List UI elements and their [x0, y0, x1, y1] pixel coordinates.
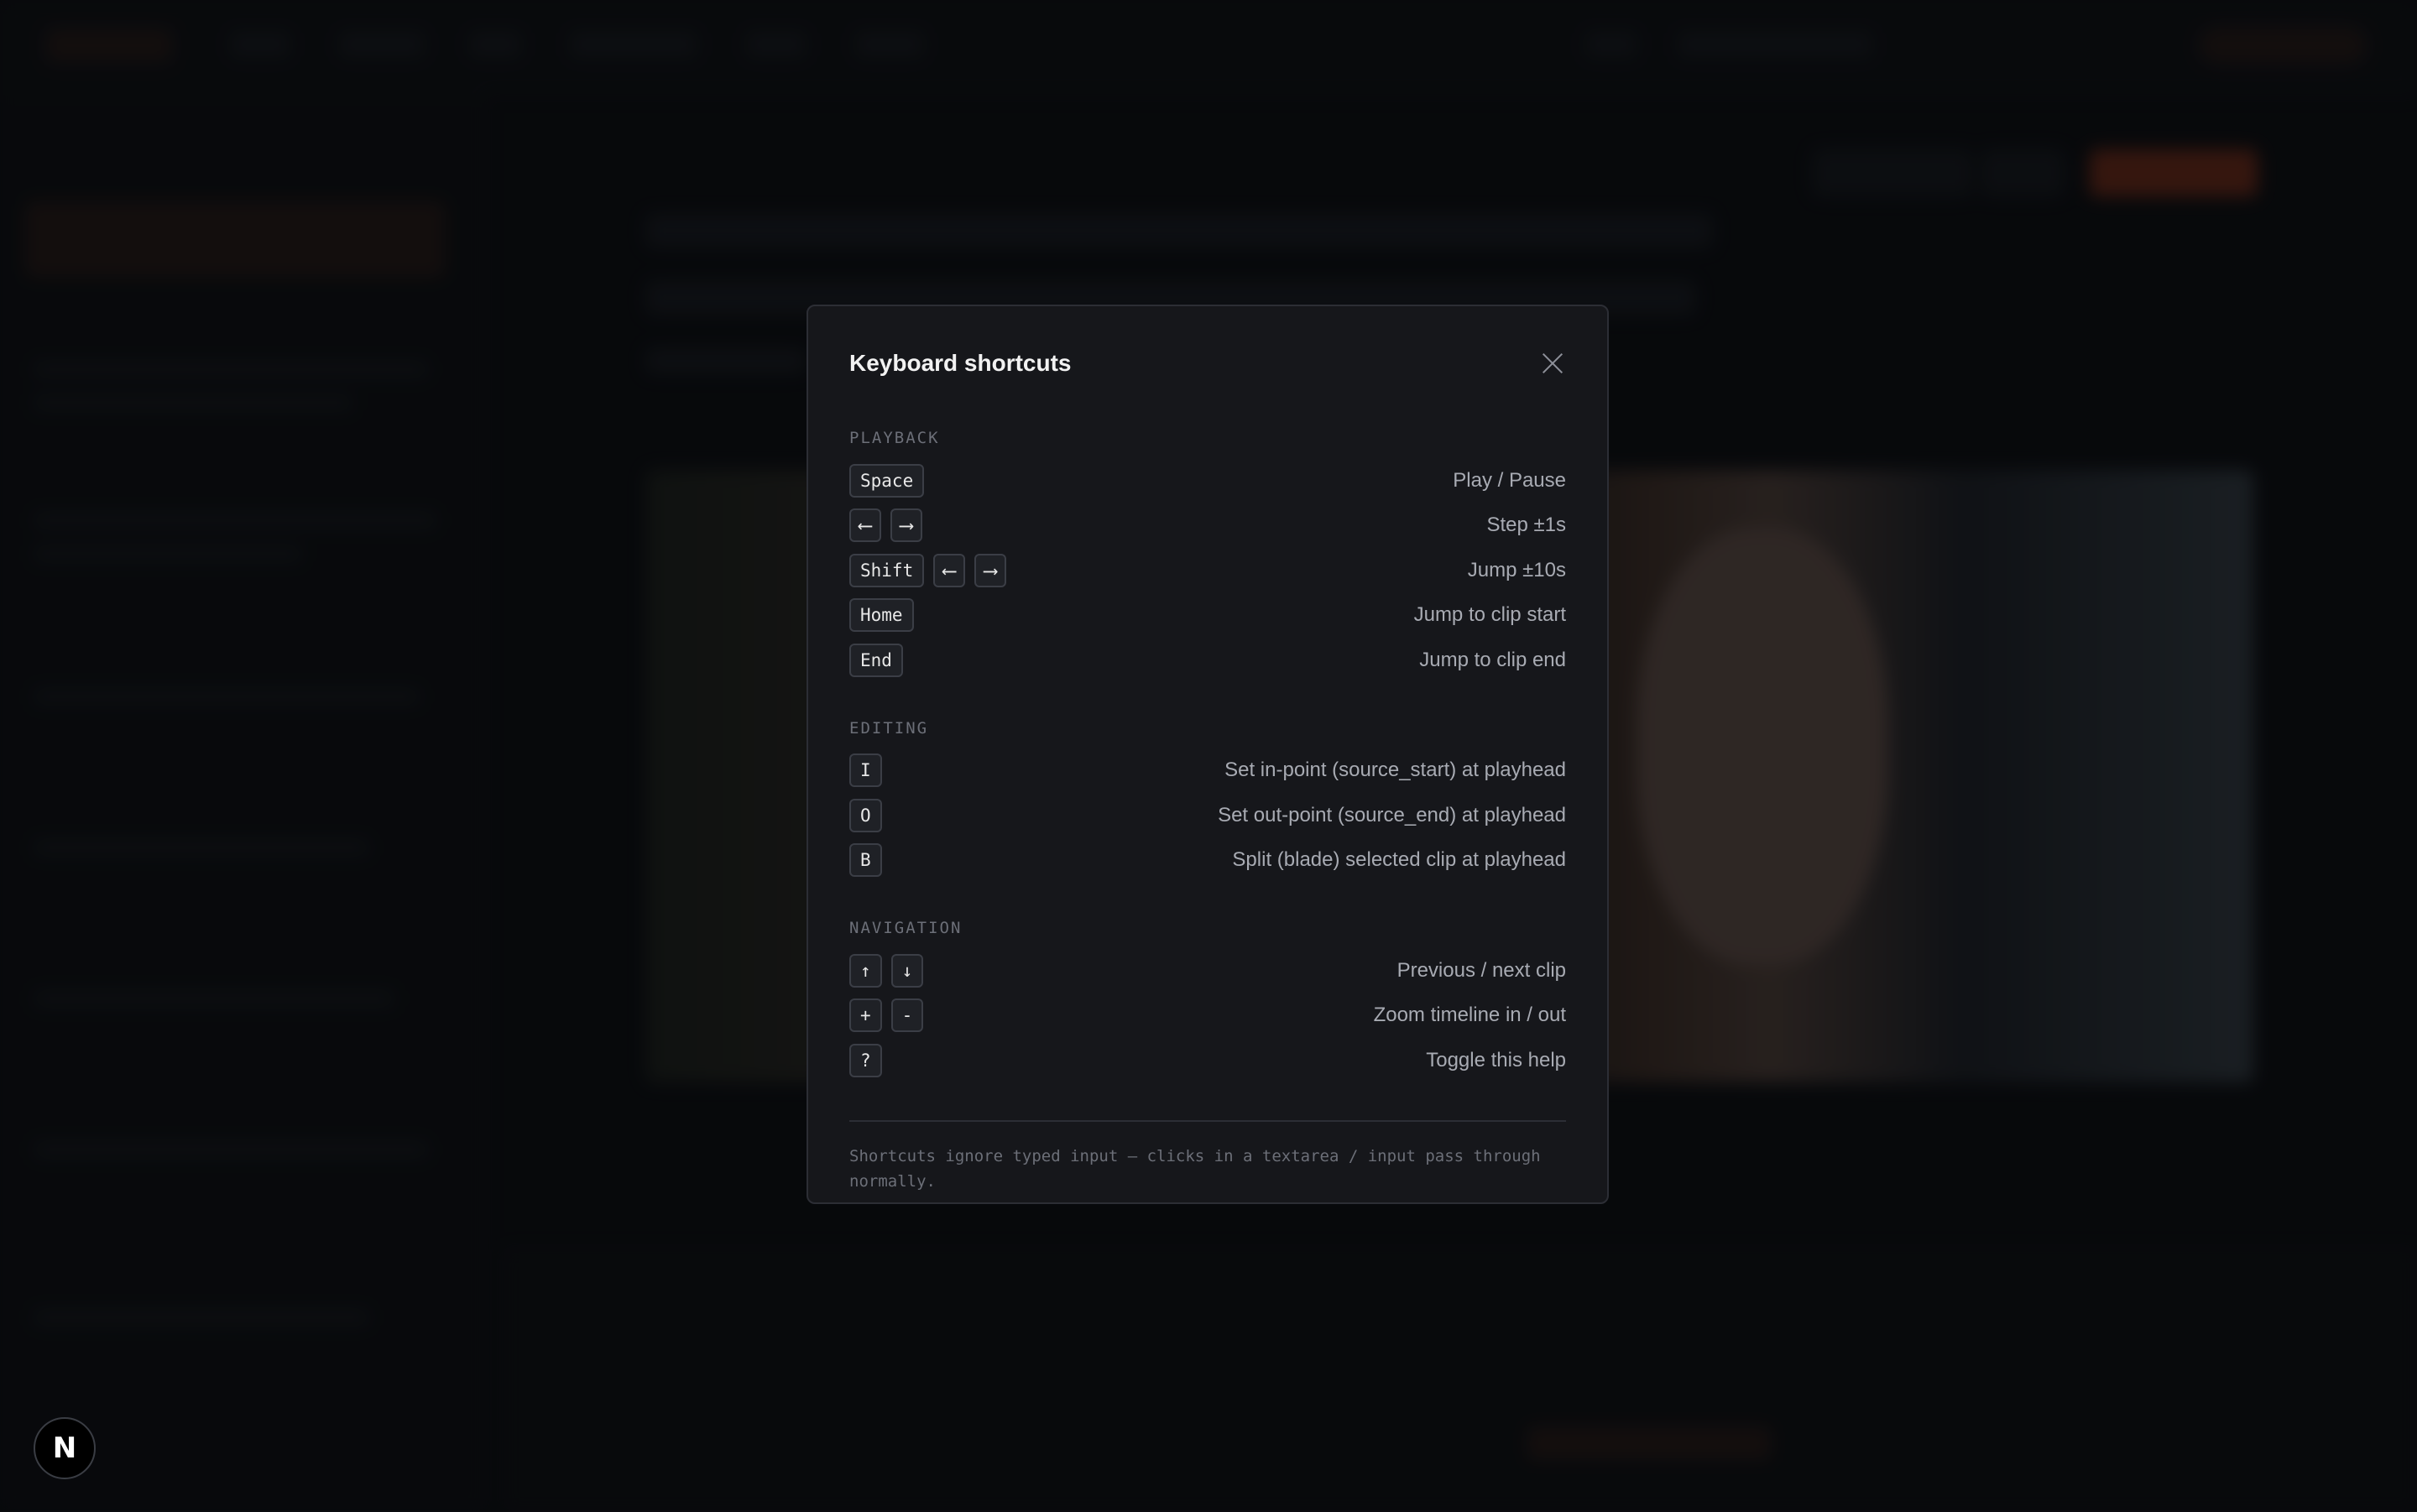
shortcut-keys: + - — [849, 998, 924, 1033]
key-cap: ⟵ — [849, 508, 881, 543]
shortcut-description: Zoom timeline in / out — [1373, 1004, 1566, 1027]
key-cap: + — [849, 998, 882, 1033]
shortcut-description: Set out-point (source_end) at playhead — [1218, 803, 1566, 826]
key-cap: ↑ — [849, 953, 882, 988]
key-cap: - — [890, 998, 924, 1033]
key-cap: I — [849, 753, 882, 788]
shortcut-keys: ⟵ ⟶ — [849, 508, 922, 543]
shortcut-row: ? Toggle this help — [849, 1038, 1566, 1083]
key-cap: O — [849, 798, 882, 832]
shortcut-row: I Set in-point (source_start) at playhead — [849, 748, 1566, 794]
nextjs-logo-icon: N — [52, 1431, 77, 1465]
shortcut-row: ⟵ ⟶ Step ±1s — [849, 503, 1566, 549]
key-cap: B — [849, 843, 882, 878]
shortcut-description: Previous / next clip — [1396, 958, 1566, 982]
key-cap: Space — [849, 463, 925, 498]
shortcut-row: Home Jump to clip start — [849, 593, 1566, 639]
key-cap: Home — [849, 598, 914, 633]
shortcut-description: Jump ±10s — [1467, 558, 1566, 581]
key-cap: ? — [849, 1043, 882, 1077]
shortcut-description: Step ±1s — [1486, 514, 1566, 537]
shortcut-section-navigation: NAVIGATION ↑ ↓ Previous / next clip + - Zoom t… — [849, 918, 1566, 1083]
shortcut-keys: ? — [849, 1043, 882, 1077]
section-label: NAVIGATION — [849, 919, 963, 937]
key-cap: ↓ — [890, 953, 924, 988]
shortcut-keys: End — [849, 643, 903, 677]
shortcut-keys: Shift ⟵ ⟶ — [849, 553, 1007, 587]
shortcut-row: End Jump to clip end — [849, 638, 1566, 683]
shortcut-description: Toggle this help — [1426, 1048, 1566, 1071]
shortcut-keys: Space — [849, 463, 925, 498]
shortcut-description: Play / Pause — [1453, 468, 1566, 492]
section-label: PLAYBACK — [849, 429, 940, 447]
shortcut-description: Set in-point (source_start) at playhead — [1224, 759, 1566, 782]
shortcut-sections: PLAYBACK Space Play / Pause ⟵ ⟶ Step ±1s Shift… — [849, 428, 1566, 1083]
nextjs-badge[interactable]: N — [34, 1417, 96, 1479]
shortcut-keys: B — [849, 843, 882, 878]
shortcut-keys: O — [849, 798, 882, 832]
shortcut-section-playback: PLAYBACK Space Play / Pause ⟵ ⟶ Step ±1s Shift… — [849, 428, 1566, 683]
shortcut-section-editing: EDITING I Set in-point (source_start) at p… — [849, 718, 1566, 884]
shortcut-description: Jump to clip end — [1419, 648, 1566, 671]
shortcut-keys: ↑ ↓ — [849, 953, 924, 988]
key-cap: Shift — [849, 553, 925, 587]
shortcut-keys: Home — [849, 598, 914, 633]
key-cap: ⟶ — [974, 553, 1007, 587]
shortcut-row: + - Zoom timeline in / out — [849, 993, 1566, 1039]
keyboard-shortcuts-dialog: Keyboard shortcuts PLAYBACK Space Play / P… — [807, 305, 1609, 1204]
section-label: EDITING — [849, 718, 929, 738]
shortcut-row: B Split (blade) selected clip at playhead — [849, 838, 1566, 884]
key-cap: End — [849, 643, 903, 677]
footer-note: Shortcuts ignore typed input — clicks in… — [849, 1146, 1541, 1191]
close-icon[interactable] — [1537, 348, 1568, 378]
divider — [849, 1119, 1566, 1122]
key-cap: ⟵ — [933, 553, 966, 587]
shortcut-row: Space Play / Pause — [849, 458, 1566, 503]
shortcut-description: Jump to clip start — [1413, 603, 1566, 627]
shortcut-description: Split (blade) selected clip at playhead — [1232, 848, 1566, 872]
dialog-title: Keyboard shortcuts — [849, 350, 1072, 376]
shortcut-row: ↑ ↓ Previous / next clip — [849, 948, 1566, 993]
shortcut-keys: I — [849, 753, 882, 788]
shortcut-row: O Set out-point (source_end) at playhead — [849, 793, 1566, 838]
shortcut-row: Shift ⟵ ⟶ Jump ±10s — [849, 548, 1566, 593]
key-cap: ⟶ — [890, 508, 922, 543]
dialog-header: Keyboard shortcuts — [849, 306, 1566, 428]
